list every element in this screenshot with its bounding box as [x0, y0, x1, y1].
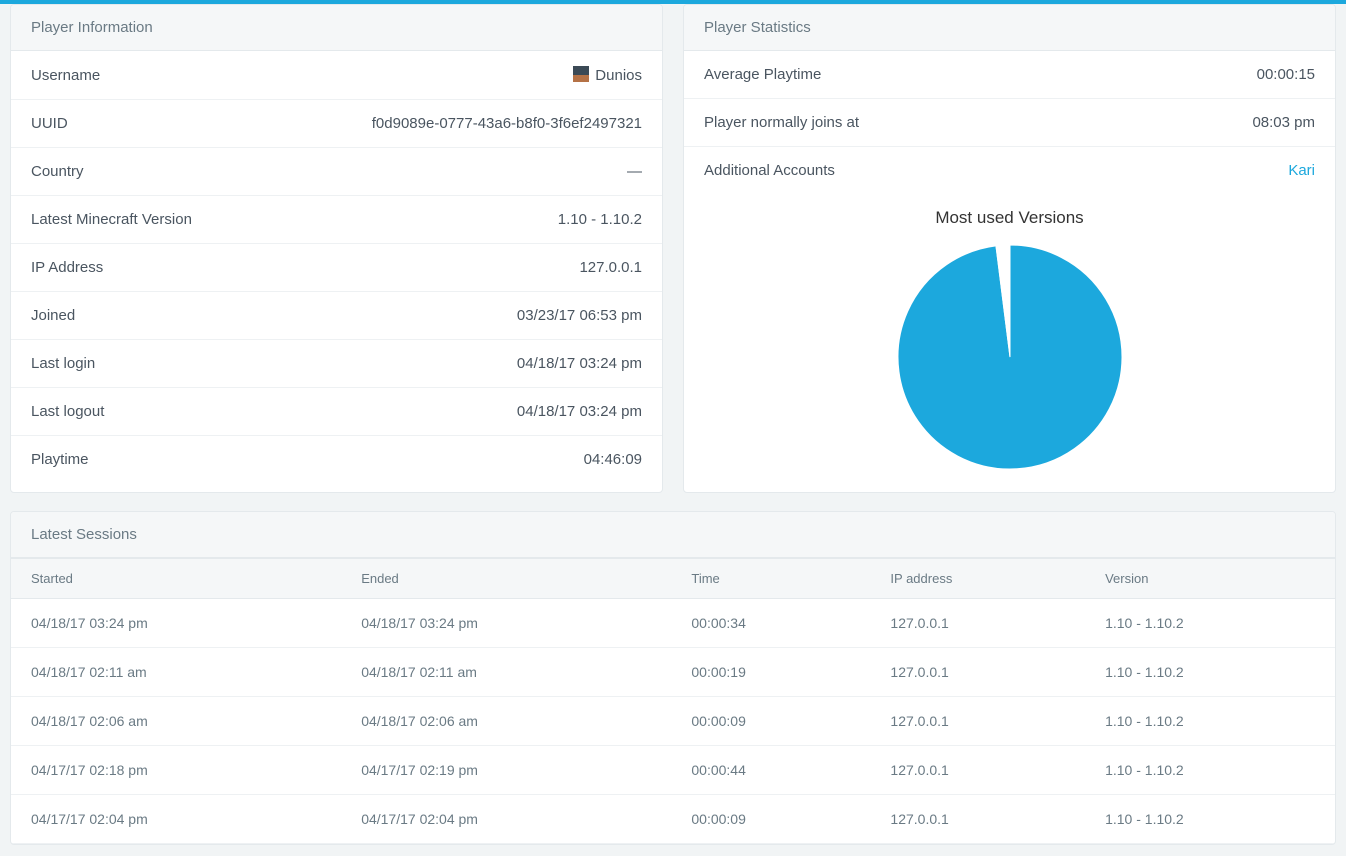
- label-version: Latest Minecraft Version: [31, 211, 192, 228]
- col-time: Time: [671, 559, 870, 599]
- label-average-playtime: Average Playtime: [704, 66, 821, 83]
- row-uuid: UUID f0d9089e-0777-43a6-b8f0-3f6ef249732…: [11, 100, 662, 148]
- cell-ip: 127.0.0.1: [870, 746, 1085, 795]
- value-uuid: f0d9089e-0777-43a6-b8f0-3f6ef2497321: [372, 115, 642, 132]
- value-ip: 127.0.0.1: [579, 259, 642, 276]
- player-information-list: Username Dunios UUID f0d9089e-0777-43a6-…: [11, 51, 662, 483]
- col-started: Started: [11, 559, 341, 599]
- row-country: Country —: [11, 148, 662, 196]
- cell-version: 1.10 - 1.10.2: [1085, 648, 1335, 697]
- cell-version: 1.10 - 1.10.2: [1085, 795, 1335, 844]
- table-row: 04/17/17 02:18 pm04/17/17 02:19 pm00:00:…: [11, 746, 1335, 795]
- label-playtime: Playtime: [31, 451, 89, 468]
- chart-wrap: [684, 234, 1335, 492]
- label-ip: IP Address: [31, 259, 103, 276]
- table-row: 04/18/17 02:06 am04/18/17 02:06 am00:00:…: [11, 697, 1335, 746]
- row-username: Username Dunios: [11, 51, 662, 100]
- cell-time: 00:00:44: [671, 746, 870, 795]
- table-row: 04/17/17 02:04 pm04/17/17 02:04 pm00:00:…: [11, 795, 1335, 844]
- cell-started: 04/18/17 02:06 am: [11, 697, 341, 746]
- value-playtime: 04:46:09: [584, 451, 642, 468]
- cell-started: 04/18/17 02:11 am: [11, 648, 341, 697]
- table-row: 04/18/17 03:24 pm04/18/17 03:24 pm00:00:…: [11, 599, 1335, 648]
- row-additional-accounts: Additional Accounts Kari: [684, 147, 1335, 194]
- chart-title: Most used Versions: [684, 194, 1335, 234]
- top-row: Player Information Username Dunios UUID …: [10, 4, 1336, 493]
- player-statistics-header: Player Statistics: [684, 5, 1335, 51]
- row-last-login: Last login 04/18/17 03:24 pm: [11, 340, 662, 388]
- cell-ip: 127.0.0.1: [870, 795, 1085, 844]
- row-version: Latest Minecraft Version 1.10 - 1.10.2: [11, 196, 662, 244]
- cell-started: 04/17/17 02:04 pm: [11, 795, 341, 844]
- label-normally-joins: Player normally joins at: [704, 114, 859, 131]
- cell-time: 00:00:09: [671, 795, 870, 844]
- col-version: Version: [1085, 559, 1335, 599]
- cell-time: 00:00:19: [671, 648, 870, 697]
- row-average-playtime: Average Playtime 00:00:15: [684, 51, 1335, 99]
- cell-ip: 127.0.0.1: [870, 697, 1085, 746]
- value-country: —: [627, 163, 642, 180]
- cell-started: 04/18/17 03:24 pm: [11, 599, 341, 648]
- cell-ended: 04/17/17 02:04 pm: [341, 795, 671, 844]
- latest-sessions-panel: Latest Sessions Started Ended Time IP ad…: [10, 511, 1336, 845]
- value-last-logout: 04/18/17 03:24 pm: [517, 403, 642, 420]
- value-username: Dunios: [573, 66, 642, 84]
- cell-ended: 04/18/17 02:11 am: [341, 648, 671, 697]
- cell-version: 1.10 - 1.10.2: [1085, 599, 1335, 648]
- value-normally-joins: 08:03 pm: [1252, 114, 1315, 131]
- table-row: 04/18/17 02:11 am04/18/17 02:11 am00:00:…: [11, 648, 1335, 697]
- row-joined: Joined 03/23/17 06:53 pm: [11, 292, 662, 340]
- row-normally-joins: Player normally joins at 08:03 pm: [684, 99, 1335, 147]
- cell-ip: 127.0.0.1: [870, 599, 1085, 648]
- cell-time: 00:00:34: [671, 599, 870, 648]
- label-country: Country: [31, 163, 84, 180]
- player-information-panel: Player Information Username Dunios UUID …: [10, 4, 663, 493]
- cell-started: 04/17/17 02:18 pm: [11, 746, 341, 795]
- cell-ended: 04/18/17 02:06 am: [341, 697, 671, 746]
- cell-ended: 04/18/17 03:24 pm: [341, 599, 671, 648]
- link-additional-account[interactable]: Kari: [1288, 162, 1315, 179]
- player-statistics-list: Average Playtime 00:00:15 Player normall…: [684, 51, 1335, 194]
- value-joined: 03/23/17 06:53 pm: [517, 307, 642, 324]
- row-ip: IP Address 127.0.0.1: [11, 244, 662, 292]
- versions-pie-chart: [895, 242, 1125, 472]
- label-last-logout: Last logout: [31, 403, 104, 420]
- cell-version: 1.10 - 1.10.2: [1085, 697, 1335, 746]
- value-version: 1.10 - 1.10.2: [558, 211, 642, 228]
- row-last-logout: Last logout 04/18/17 03:24 pm: [11, 388, 662, 436]
- player-avatar-icon: [573, 66, 589, 82]
- sessions-table: Started Ended Time IP address Version 04…: [11, 558, 1335, 844]
- label-additional-accounts: Additional Accounts: [704, 162, 835, 179]
- label-last-login: Last login: [31, 355, 95, 372]
- label-joined: Joined: [31, 307, 75, 324]
- latest-sessions-header: Latest Sessions: [11, 512, 1335, 558]
- cell-version: 1.10 - 1.10.2: [1085, 746, 1335, 795]
- player-statistics-panel: Player Statistics Average Playtime 00:00…: [683, 4, 1336, 493]
- username-text: Dunios: [595, 67, 642, 84]
- player-information-header: Player Information: [11, 5, 662, 51]
- col-ended: Ended: [341, 559, 671, 599]
- row-playtime: Playtime 04:46:09: [11, 436, 662, 483]
- cell-time: 00:00:09: [671, 697, 870, 746]
- cell-ip: 127.0.0.1: [870, 648, 1085, 697]
- col-ip: IP address: [870, 559, 1085, 599]
- sessions-body: 04/18/17 03:24 pm04/18/17 03:24 pm00:00:…: [11, 599, 1335, 844]
- label-username: Username: [31, 67, 100, 84]
- cell-ended: 04/17/17 02:19 pm: [341, 746, 671, 795]
- value-average-playtime: 00:00:15: [1257, 66, 1315, 83]
- page: Player Information Username Dunios UUID …: [0, 4, 1346, 855]
- label-uuid: UUID: [31, 115, 68, 132]
- sessions-header-row: Started Ended Time IP address Version: [11, 559, 1335, 599]
- value-last-login: 04/18/17 03:24 pm: [517, 355, 642, 372]
